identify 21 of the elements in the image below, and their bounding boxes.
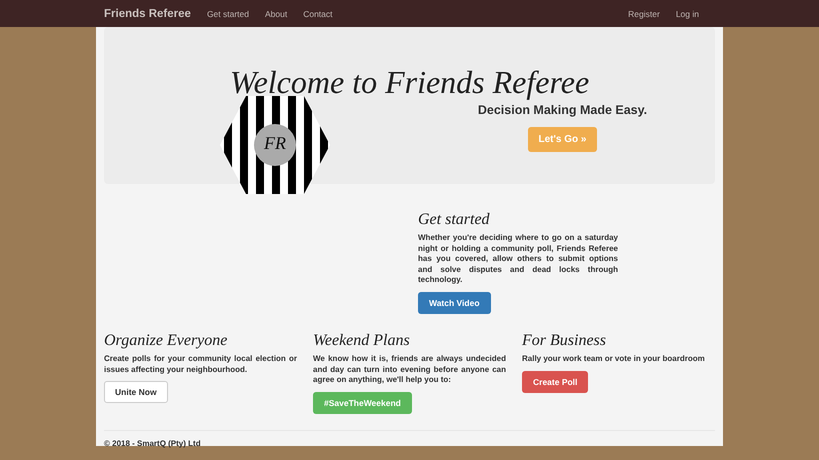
hero-title: Welcome to Friends Referee (228, 63, 590, 101)
section-heading: Organize Everyone (104, 330, 228, 351)
copyright-text: © 2018 - SmartQ (Pty) Ltd (104, 438, 202, 448)
nav-link[interactable]: Get started (206, 8, 249, 18)
brand-link[interactable]: Friends Referee (104, 8, 191, 20)
section-text: We know how it is, friends are always undecided and day can turn into evening before anyone can agree on anything, we'll help you to: (313, 354, 506, 386)
section-text: Create polls for your community local election or issues affecting your neighbourhood. (104, 354, 297, 376)
section-text: Rally your work team or vote in your boardroom (522, 354, 706, 365)
tagline: Decision Making Made Easy. (478, 103, 648, 117)
action-button[interactable]: Unite Now (104, 381, 168, 404)
section-heading: Get started (418, 210, 491, 230)
section-heading: For Business (522, 330, 607, 351)
watch-video-button[interactable]: Watch Video (418, 292, 491, 314)
nav-link[interactable]: Contact (303, 8, 333, 18)
action-button[interactable]: Create Poll (522, 370, 588, 393)
nav-link[interactable]: Log in (676, 8, 699, 18)
section-heading: Weekend Plans (313, 330, 411, 351)
nav-link[interactable]: Register (628, 8, 660, 18)
logo-initials: FR (263, 133, 287, 154)
nav-link[interactable]: About (265, 8, 288, 18)
intro-text: Whether you're deciding where to go on a saturday night or holding a community poll, Friends Referee has you covered, allow others to submit options and solve disputes and dead locks through technology. (418, 233, 618, 286)
